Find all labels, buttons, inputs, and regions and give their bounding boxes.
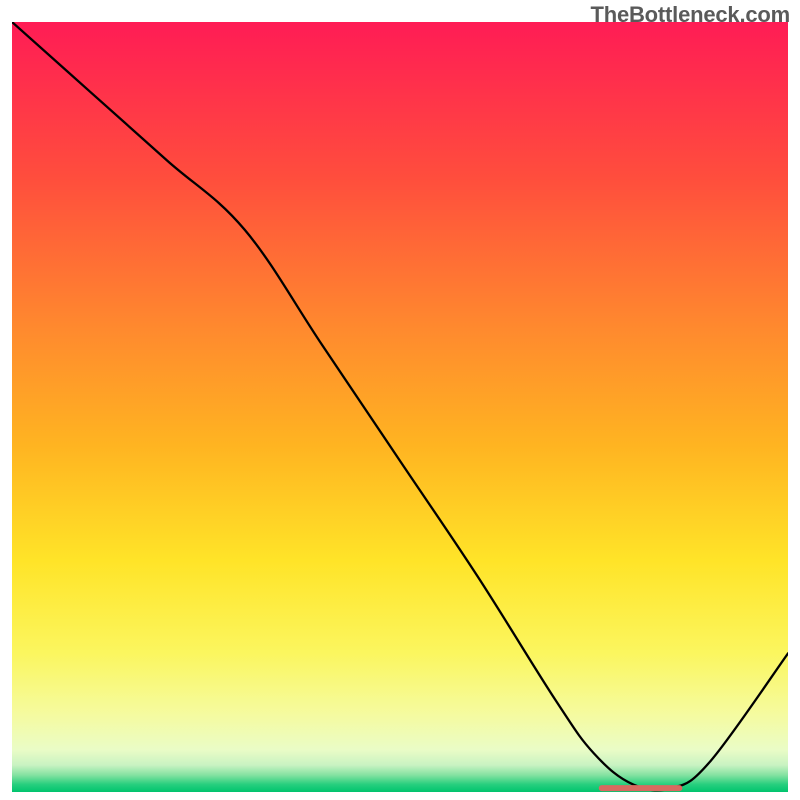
watermark-label: TheBottleneck.com [590,2,790,28]
chart-container: TheBottleneck.com [0,0,800,800]
gradient-background [12,22,788,792]
plot-area [12,22,788,792]
chart-svg [12,22,788,792]
